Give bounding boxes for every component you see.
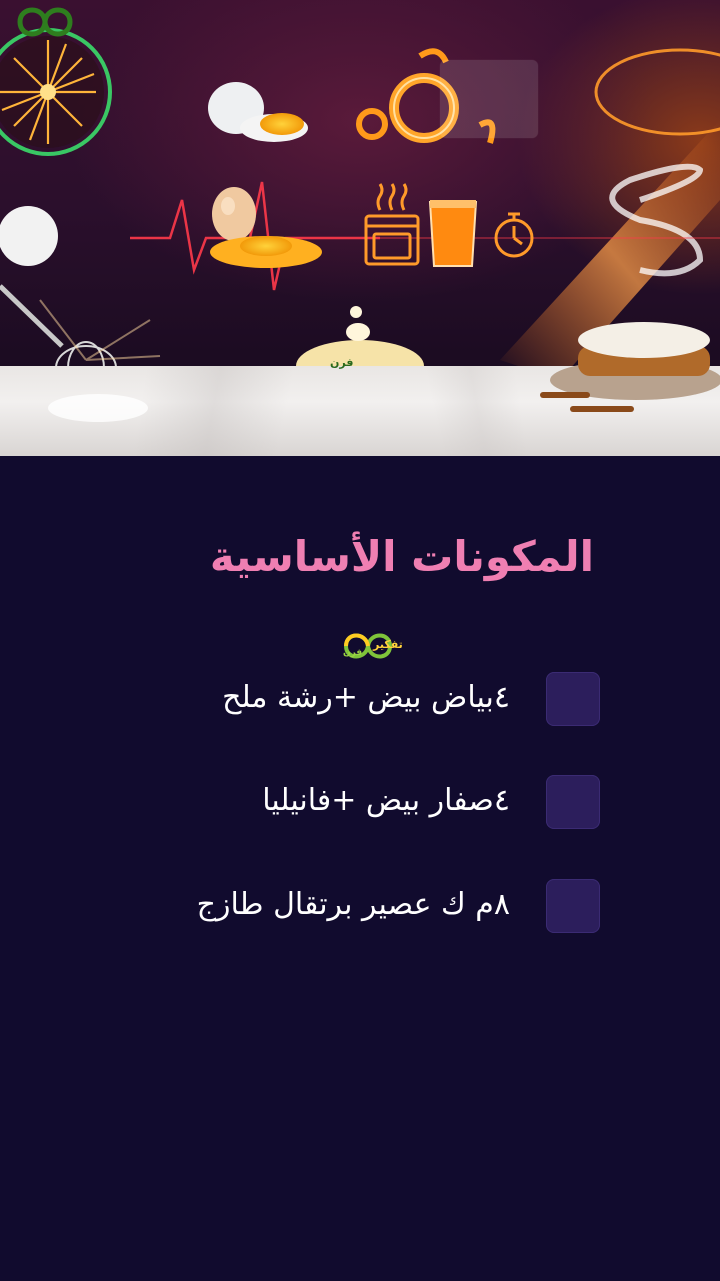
ingredient-checkbox[interactable] <box>546 672 600 726</box>
ingredient-checkbox[interactable] <box>546 879 600 933</box>
page-title: المكونات الأساسية <box>209 532 594 581</box>
ingredients-panel: المكونات الأساسية تفكير فرن ٤بياض بيض +ر… <box>0 456 720 1281</box>
ingredient-item[interactable]: ٤صفار بيض +فانيليا <box>100 775 600 833</box>
cake-icon <box>540 322 720 412</box>
ingredient-item[interactable]: ٨م ك عصير برتقال طازج <box>100 879 600 937</box>
ingredient-label: ٨م ك عصير برتقال طازج <box>196 887 510 922</box>
hero-illustration: فرن <box>0 0 720 456</box>
ingredient-label: ٤صفار بيض +فانيليا <box>262 783 510 818</box>
ingredient-item[interactable]: ٤بياض بيض +رشة ملح <box>100 672 600 730</box>
cake-layer <box>48 322 720 422</box>
ingredient-label: ٤بياض بيض +رشة ملح <box>222 680 510 715</box>
brand-subname: فرن <box>343 648 363 658</box>
ingredient-checkbox[interactable] <box>546 775 600 829</box>
brand-name: تفكير <box>373 638 403 651</box>
flour-icon <box>48 394 148 422</box>
